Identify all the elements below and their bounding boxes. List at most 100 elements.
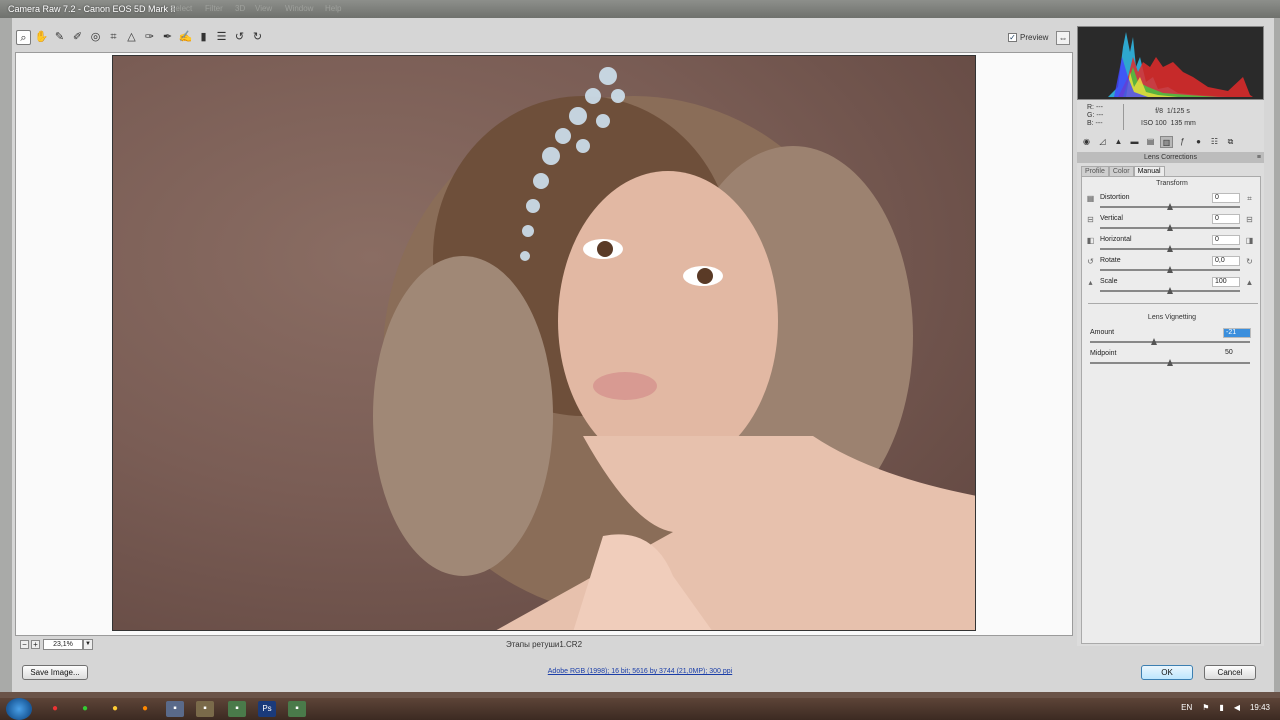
gradient-icon: ▮ bbox=[200, 31, 207, 43]
vertical-label: Vertical bbox=[1100, 215, 1123, 222]
targeted-adjustment-tool[interactable]: ◎ bbox=[88, 30, 103, 45]
app-icon[interactable]: ● bbox=[106, 701, 124, 717]
midpoint-label: Midpoint bbox=[1090, 350, 1117, 357]
snapshots-icon: ⧉ bbox=[1227, 137, 1234, 146]
tab-tone-curve[interactable]: ◿ bbox=[1096, 136, 1109, 148]
graduated-filter-tool[interactable]: ▮ bbox=[196, 30, 211, 45]
flag-icon[interactable]: ⚑ bbox=[1202, 703, 1209, 712]
adjustment-brush-tool[interactable]: ✍ bbox=[178, 30, 193, 45]
archive-icon[interactable]: ▪ bbox=[196, 701, 214, 717]
aperture-icon: ◉ bbox=[1083, 137, 1090, 146]
zoom-icon: ⌕ bbox=[20, 32, 27, 44]
straighten-icon: △ bbox=[127, 31, 136, 43]
rotate-slider-row: ↺ Rotate 0,0 ↻ bbox=[1082, 256, 1262, 279]
mountain-icon: ▲ bbox=[1114, 137, 1123, 146]
lens-corrections-title: Lens Corrections bbox=[1144, 154, 1197, 161]
horizontal-value[interactable]: 0 bbox=[1212, 235, 1240, 245]
image-viewer-icon[interactable]: ▪ bbox=[288, 701, 306, 717]
window-frame-right bbox=[1274, 18, 1280, 692]
tab-split-toning[interactable]: ▤ bbox=[1144, 136, 1157, 148]
iso: ISO 100 bbox=[1141, 120, 1167, 127]
tab-lens-corrections[interactable]: ▥ bbox=[1160, 136, 1173, 148]
photoshop-icon[interactable]: Ps bbox=[258, 701, 276, 717]
list-icon: ☰ bbox=[216, 31, 227, 43]
rotate-ccw-button[interactable]: ↺ bbox=[232, 30, 247, 45]
network-icon[interactable]: ▮ bbox=[1219, 703, 1223, 712]
portrait-image bbox=[373, 67, 975, 630]
rgb-readout: R: --- G: --- B: --- bbox=[1087, 104, 1103, 128]
tab-effects[interactable]: ƒ bbox=[1176, 136, 1189, 148]
adjustment-panel: R: --- G: --- B: --- f/8 1/125 s ISO 100… bbox=[1077, 26, 1264, 646]
image-canvas[interactable] bbox=[15, 52, 1073, 636]
scale-small-icon: ▴ bbox=[1088, 278, 1093, 287]
section-title: Lens Corrections ≡ bbox=[1077, 152, 1264, 163]
tab-detail[interactable]: ▲ bbox=[1112, 136, 1125, 148]
tab-presets[interactable]: ☷ bbox=[1208, 136, 1221, 148]
color-sampler-icon: ✐ bbox=[72, 31, 83, 43]
vertical-left-icon: ⊟ bbox=[1087, 215, 1094, 224]
chrome-icon[interactable]: ● bbox=[136, 701, 154, 717]
vignetting-title: Lens Vignetting bbox=[1147, 314, 1197, 321]
spot-removal-tool[interactable]: ✑ bbox=[142, 30, 157, 45]
distortion-grid-icon[interactable]: ▦ bbox=[1086, 194, 1095, 203]
straighten-tool[interactable]: △ bbox=[124, 30, 139, 45]
amount-track[interactable] bbox=[1090, 341, 1250, 343]
camera-icon: ● bbox=[1196, 137, 1201, 146]
rotate-value[interactable]: 0,0 bbox=[1212, 256, 1240, 266]
panel-tabs: ◉ ◿ ▲ ▬ ▤ ▥ ƒ ● ☷ ⧉ bbox=[1077, 135, 1264, 149]
vertical-value[interactable]: 0 bbox=[1212, 214, 1240, 224]
panel-menu-icon[interactable]: ≡ bbox=[1257, 152, 1261, 163]
green-readout: G: --- bbox=[1087, 112, 1104, 119]
preferences-button[interactable]: ☰ bbox=[214, 30, 229, 45]
preview-toggle[interactable]: ✓ Preview bbox=[1008, 33, 1048, 42]
ghost-menu-3: View bbox=[255, 4, 273, 13]
lens-icon: ▥ bbox=[1162, 138, 1171, 147]
histogram-graph bbox=[1108, 32, 1253, 97]
hand-icon: ✋ bbox=[34, 31, 49, 43]
transform-title: Transform bbox=[1156, 180, 1188, 187]
tab-snapshots[interactable]: ⧉ bbox=[1224, 136, 1237, 148]
tab-hsl[interactable]: ▬ bbox=[1128, 136, 1141, 148]
white-balance-tool[interactable]: ✎ bbox=[52, 30, 67, 45]
spot-removal-icon: ✑ bbox=[144, 31, 155, 43]
ghost-menu-5: Help bbox=[325, 4, 342, 13]
start-button[interactable] bbox=[6, 698, 32, 720]
scale-large-icon: ▲ bbox=[1245, 278, 1254, 287]
target-icon: ◎ bbox=[90, 31, 101, 43]
volume-icon[interactable]: ◀ bbox=[1234, 703, 1240, 712]
ghost-menu-0: Select bbox=[170, 4, 193, 13]
rotate-left-icon: ↺ bbox=[1087, 257, 1094, 266]
title-bar: Camera Raw 7.2 - Canon EOS 5D Mark II Se… bbox=[0, 0, 1280, 18]
distortion-value[interactable]: 0 bbox=[1212, 193, 1240, 203]
fullscreen-button[interactable]: ⇔ bbox=[1056, 31, 1070, 45]
red-readout: R: --- bbox=[1087, 104, 1103, 111]
crop-icon: ⌗ bbox=[110, 31, 117, 43]
midpoint-value[interactable]: 50 bbox=[1223, 349, 1251, 359]
photo-preview[interactable] bbox=[112, 55, 976, 631]
utorrent-icon[interactable]: ● bbox=[76, 701, 94, 717]
horizontal-left-icon: ◧ bbox=[1086, 236, 1095, 245]
rotate-right-icon: ↻ bbox=[252, 31, 263, 43]
language-indicator[interactable]: EN bbox=[1181, 703, 1192, 712]
crop-tool[interactable]: ⌗ bbox=[106, 30, 121, 45]
disk-icon[interactable]: ▪ bbox=[166, 701, 184, 717]
fx-icon: ƒ bbox=[1180, 137, 1185, 146]
preview-checkbox[interactable]: ✓ bbox=[1008, 33, 1017, 42]
scale-value[interactable]: 100 bbox=[1212, 277, 1240, 287]
exposure-info: f/8 1/125 s ISO 100 135 mm bbox=[1141, 106, 1196, 130]
taskbar: ● ● ● ● ▪ ▪ ▪ Ps ▪ EN ⚑ ▮ ◀ 19:43 bbox=[0, 698, 1280, 720]
horizontal-right-icon: ◨ bbox=[1245, 236, 1254, 245]
picture-viewer-icon[interactable]: ▪ bbox=[228, 701, 246, 717]
opera-icon[interactable]: ● bbox=[46, 701, 64, 717]
distortion-tool-icon[interactable]: ⌗ bbox=[1245, 194, 1254, 203]
hand-tool[interactable]: ✋ bbox=[34, 30, 49, 45]
amount-value[interactable]: -21 bbox=[1223, 328, 1251, 338]
clock[interactable]: 19:43 bbox=[1250, 703, 1270, 712]
rotate-cw-button[interactable]: ↻ bbox=[250, 30, 265, 45]
zoom-tool[interactable]: ⌕ bbox=[16, 30, 31, 45]
workflow-options-link[interactable]: Adobe RGB (1998); 16 bit; 5616 by 3744 (… bbox=[0, 668, 1280, 675]
red-eye-tool[interactable]: ✒ bbox=[160, 30, 175, 45]
tab-basic[interactable]: ◉ bbox=[1080, 136, 1093, 148]
color-sampler-tool[interactable]: ✐ bbox=[70, 30, 85, 45]
tab-camera-calibration[interactable]: ● bbox=[1192, 136, 1205, 148]
